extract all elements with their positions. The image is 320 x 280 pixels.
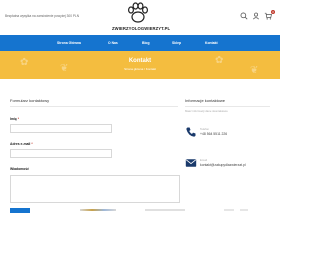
name-label-text: Imię <box>10 117 17 121</box>
phone-value[interactable]: +48 564 5511 226 <box>200 132 227 136</box>
message-textarea[interactable] <box>10 175 180 203</box>
contact-info-subtitle: Masz informacji dane skontaktowe <box>185 109 228 113</box>
phone-icon <box>186 127 196 137</box>
footer-strip <box>145 209 185 211</box>
name-input[interactable] <box>10 124 112 133</box>
nav-item-about[interactable]: O Nas <box>108 35 118 51</box>
envelope-icon <box>185 159 197 167</box>
required-mark: * <box>17 117 20 121</box>
name-field-label: Imię * <box>10 117 19 121</box>
email-field-label: Adres e-mail * <box>10 142 33 146</box>
user-account-icon[interactable] <box>252 12 260 20</box>
divider <box>185 106 270 107</box>
message-field-label: Wiadomość <box>10 167 29 171</box>
phone-label: Telefon <box>200 127 210 131</box>
email-info-value[interactable]: kontakt@zakupydlazwierzat.pl <box>200 163 246 167</box>
logo-text: ZWIERZYOLOGWIERZYT.PL <box>112 26 171 31</box>
site-logo[interactable]: ZWIERZYOLOGWIERZYT.PL <box>112 2 171 33</box>
divider <box>10 106 178 107</box>
page-banner: ✿ ❦ ✿ ❦ Kontakt Strona główna / Kontakt <box>0 51 280 79</box>
nav-item-blog[interactable]: Blog <box>142 35 150 51</box>
nav-item-home[interactable]: Strona Główna <box>57 35 81 51</box>
top-header: Bezpłatna wysyłka na zamówienie powyżej … <box>0 0 280 35</box>
footer-strip <box>80 209 116 211</box>
nav-item-shop[interactable]: Sklep <box>172 35 181 51</box>
free-shipping-notice: Bezpłatna wysyłka na zamówienie powyżej … <box>5 14 80 18</box>
main-navigation: Strona Główna O Nas Blog Sklep Kontakt <box>0 35 280 51</box>
email-input[interactable] <box>10 149 112 158</box>
page-title: Kontakt <box>128 58 152 64</box>
breadcrumb[interactable]: Strona główna / Kontakt <box>0 67 280 71</box>
header-icons: 0 <box>240 10 275 20</box>
footer-strip <box>240 209 248 211</box>
required-mark: * <box>31 142 33 146</box>
search-icon[interactable] <box>240 12 248 20</box>
paw-logo-icon <box>127 2 149 23</box>
contact-form-title: Formularz kontaktowy <box>10 98 50 103</box>
footer-strip <box>224 209 234 211</box>
cart-button[interactable]: 0 <box>264 10 275 20</box>
message-label-text: Wiadomość <box>10 167 29 171</box>
send-button[interactable] <box>10 208 30 213</box>
nav-item-contact[interactable]: Kontakt <box>205 35 218 51</box>
cart-count-badge: 0 <box>271 10 275 14</box>
contact-info-title: Informacje kontaktowe <box>185 98 226 103</box>
email-label-text: Adres e-mail <box>10 142 31 146</box>
email-info-label: Email <box>200 158 207 162</box>
